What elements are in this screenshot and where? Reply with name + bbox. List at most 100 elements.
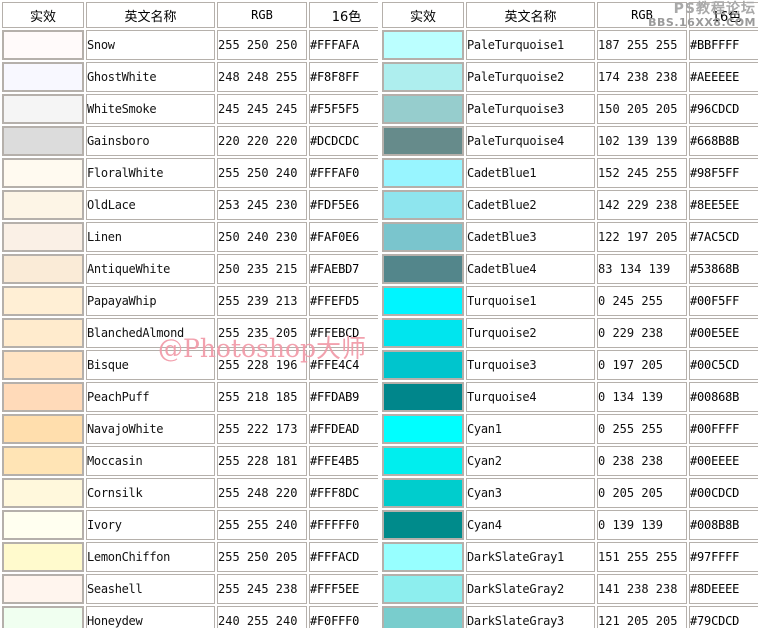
color-swatch xyxy=(3,351,83,379)
table-row: LemonChiffon 255 250 205 #FFFACD xyxy=(2,542,378,572)
color-name: CadetBlue3 xyxy=(466,222,595,252)
color-swatch xyxy=(383,607,463,628)
color-table-left: 实效 英文名称 RGB 16色 Snow 255 250 250 #FFFAFA Gh… xyxy=(0,0,378,628)
color-rgb: 240 255 240 xyxy=(217,606,307,628)
color-swatch xyxy=(3,63,83,91)
color-swatch xyxy=(3,287,83,315)
color-name: PeachPuff xyxy=(86,382,215,412)
right-table-container: 实效 英文名称 RGB 16色 PaleTurquoise1 187 255 25… xyxy=(378,0,758,628)
color-rgb: 142 229 238 xyxy=(597,190,687,220)
color-rgb: 174 238 238 xyxy=(597,62,687,92)
color-swatch-cell xyxy=(2,286,84,316)
color-hex: #FFFFF0 xyxy=(309,510,378,540)
color-swatch-cell xyxy=(382,350,464,380)
color-rgb: 0 197 205 xyxy=(597,350,687,380)
right-table-header: 实效 英文名称 RGB 16色 xyxy=(382,2,758,28)
color-swatch-cell xyxy=(2,190,84,220)
color-swatch-cell xyxy=(382,126,464,156)
color-rgb: 150 205 205 xyxy=(597,94,687,124)
table-row: PeachPuff 255 218 185 #FFDAB9 xyxy=(2,382,378,412)
color-name: GhostWhite xyxy=(86,62,215,92)
color-hex: #FFEBCD xyxy=(309,318,378,348)
color-swatch-cell xyxy=(382,222,464,252)
header-swatch: 实效 xyxy=(2,2,84,28)
header-swatch: 实效 xyxy=(382,2,464,28)
color-hex: #FFDEAD xyxy=(309,414,378,444)
table-row: Snow 255 250 250 #FFFAFA xyxy=(2,30,378,60)
color-name: DarkSlateGray3 xyxy=(466,606,595,628)
table-row: FloralWhite 255 250 240 #FFFAF0 xyxy=(2,158,378,188)
color-swatch-cell xyxy=(2,158,84,188)
color-reference-page: 实效 英文名称 RGB 16色 Snow 255 250 250 #FFFAFA Gh… xyxy=(0,0,758,628)
color-hex: #FFF5EE xyxy=(309,574,378,604)
color-hex: #00C5CD xyxy=(689,350,758,380)
table-row: Turquoise1 0 245 255 #00F5FF xyxy=(382,286,758,316)
table-row: Cyan1 0 255 255 #00FFFF xyxy=(382,414,758,444)
color-hex: #DCDCDC xyxy=(309,126,378,156)
color-hex: #FAF0E6 xyxy=(309,222,378,252)
table-row: AntiqueWhite 250 235 215 #FAEBD7 xyxy=(2,254,378,284)
color-swatch xyxy=(383,575,463,603)
color-swatch xyxy=(383,447,463,475)
color-swatch xyxy=(383,351,463,379)
color-swatch xyxy=(3,575,83,603)
color-swatch xyxy=(383,127,463,155)
color-rgb: 83 134 139 xyxy=(597,254,687,284)
color-rgb: 152 245 255 xyxy=(597,158,687,188)
color-name: PaleTurquoise2 xyxy=(466,62,595,92)
color-rgb: 255 228 181 xyxy=(217,446,307,476)
color-rgb: 122 197 205 xyxy=(597,222,687,252)
color-hex: #97FFFF xyxy=(689,542,758,572)
table-row: Moccasin 255 228 181 #FFE4B5 xyxy=(2,446,378,476)
color-swatch-cell xyxy=(2,478,84,508)
color-swatch xyxy=(383,159,463,187)
color-rgb: 255 235 205 xyxy=(217,318,307,348)
color-name: BlanchedAlmond xyxy=(86,318,215,348)
color-name: AntiqueWhite xyxy=(86,254,215,284)
color-rgb: 255 250 250 xyxy=(217,30,307,60)
color-swatch-cell xyxy=(382,414,464,444)
color-hex: #FFFAFA xyxy=(309,30,378,60)
color-swatch xyxy=(3,319,83,347)
color-swatch-cell xyxy=(2,254,84,284)
color-swatch-cell xyxy=(2,30,84,60)
color-hex: #00868B xyxy=(689,382,758,412)
color-hex: #FFFAF0 xyxy=(309,158,378,188)
table-row: CadetBlue1 152 245 255 #98F5FF xyxy=(382,158,758,188)
table-row: CadetBlue2 142 229 238 #8EE5EE xyxy=(382,190,758,220)
color-rgb: 187 255 255 xyxy=(597,30,687,60)
color-swatch xyxy=(3,223,83,251)
color-rgb: 0 238 238 xyxy=(597,446,687,476)
left-table-body: Snow 255 250 250 #FFFAFA GhostWhite 248 248 … xyxy=(2,30,378,628)
color-rgb: 255 248 220 xyxy=(217,478,307,508)
color-rgb: 250 235 215 xyxy=(217,254,307,284)
table-row: CadetBlue3 122 197 205 #7AC5CD xyxy=(382,222,758,252)
color-hex: #008B8B xyxy=(689,510,758,540)
left-table-container: 实效 英文名称 RGB 16色 Snow 255 250 250 #FFFAFA Gh… xyxy=(0,0,378,628)
color-swatch xyxy=(3,479,83,507)
table-row: Honeydew 240 255 240 #F0FFF0 xyxy=(2,606,378,628)
color-hex: #F5F5F5 xyxy=(309,94,378,124)
table-row: Gainsboro 220 220 220 #DCDCDC xyxy=(2,126,378,156)
color-swatch xyxy=(3,127,83,155)
color-rgb: 245 245 245 xyxy=(217,94,307,124)
color-name: CadetBlue1 xyxy=(466,158,595,188)
color-name: FloralWhite xyxy=(86,158,215,188)
color-name: Moccasin xyxy=(86,446,215,476)
color-hex: #FFFACD xyxy=(309,542,378,572)
color-hex: #53868B xyxy=(689,254,758,284)
color-name: WhiteSmoke xyxy=(86,94,215,124)
color-hex: #AEEEEE xyxy=(689,62,758,92)
header-name: 英文名称 xyxy=(466,2,595,28)
color-rgb: 121 205 205 xyxy=(597,606,687,628)
color-swatch xyxy=(383,319,463,347)
color-name: Turquoise4 xyxy=(466,382,595,412)
color-swatch xyxy=(383,511,463,539)
table-row: BlanchedAlmond 255 235 205 #FFEBCD xyxy=(2,318,378,348)
color-name: DarkSlateGray2 xyxy=(466,574,595,604)
color-hex: #00EEEE xyxy=(689,446,758,476)
right-table-body: PaleTurquoise1 187 255 255 #BBFFFF PaleTurq… xyxy=(382,30,758,628)
color-hex: #FFDAB9 xyxy=(309,382,378,412)
color-name: Snow xyxy=(86,30,215,60)
color-swatch xyxy=(383,287,463,315)
